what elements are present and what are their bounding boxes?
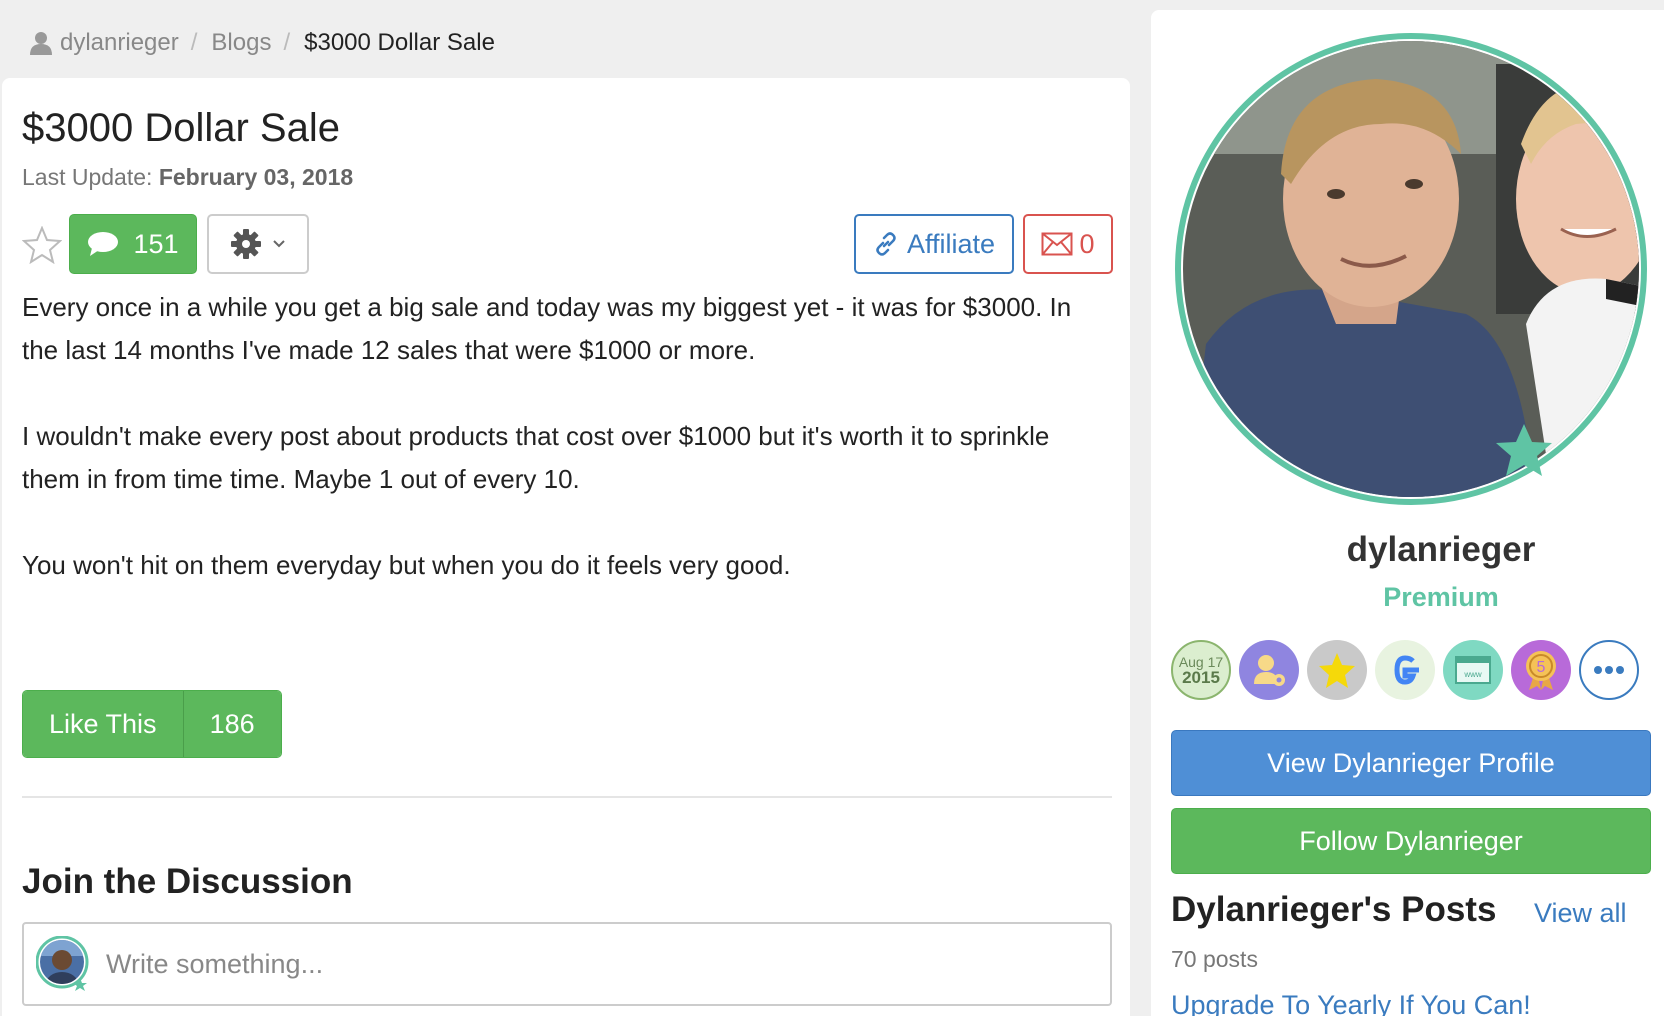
messages-count: 0 — [1079, 228, 1095, 259]
profile-photo[interactable] — [1166, 24, 1656, 514]
last-update: Last Update: February 03, 2018 — [22, 164, 353, 191]
join-date-year: 2015 — [1182, 667, 1220, 687]
post-actions: 151 Affiliate 0 — [22, 214, 1113, 274]
more-badges-icon[interactable] — [1579, 640, 1639, 700]
user-avatar — [36, 936, 89, 991]
chevron-down-icon — [273, 240, 285, 248]
last-update-date: February 03, 2018 — [158, 164, 354, 190]
breadcrumb: dylanrieger / Blogs / $3000 Dollar Sale — [30, 28, 495, 58]
affiliate-label: Affiliate — [906, 228, 996, 259]
post-title: $3000 Dollar Sale — [22, 106, 340, 150]
breadcrumb-blogs-link[interactable]: Blogs — [211, 29, 271, 57]
posts-count: 70 posts — [1171, 946, 1258, 972]
user-settings-badge-icon[interactable] — [1239, 640, 1299, 700]
post-link[interactable]: Upgrade To Yearly If You Can! — [1171, 990, 1531, 1016]
post-paragraph: I wouldn't make every post about product… — [22, 421, 1050, 494]
breadcrumb-separator: / — [283, 29, 291, 56]
link-icon — [876, 232, 896, 256]
like-label: Like This — [23, 691, 184, 757]
favorite-star-icon[interactable] — [22, 226, 62, 264]
join-date-badge[interactable]: Aug 17 2015 — [1171, 640, 1231, 700]
view-profile-button[interactable]: View Dylanrieger Profile — [1171, 730, 1651, 796]
post-body: Every once in a while you get a big sale… — [22, 286, 1102, 630]
gear-icon — [231, 229, 261, 259]
profile-username[interactable]: dylanrieger — [1236, 530, 1646, 570]
comment-bubble-icon — [88, 232, 119, 256]
profile-sidebar: dylanrieger Premium Aug 17 2015 www 5 Vi… — [1151, 10, 1664, 1016]
svg-text:www: www — [1463, 670, 1482, 679]
google-badge-icon[interactable] — [1375, 640, 1435, 700]
post-paragraph: You won't hit on them everyday but when … — [22, 550, 791, 580]
discussion-title: Join the Discussion — [22, 862, 353, 901]
comments-count: 151 — [133, 228, 179, 259]
envelope-icon — [1041, 232, 1073, 256]
user-posts-title: Dylanrieger's Posts — [1171, 890, 1497, 929]
membership-level: Premium — [1383, 582, 1499, 612]
badges: Aug 17 2015 www 5 — [1171, 640, 1639, 700]
like-button[interactable]: Like This 186 — [22, 690, 282, 758]
like-count: 186 — [183, 691, 281, 757]
post-card: $3000 Dollar Sale Last Update: February … — [2, 78, 1130, 1016]
messages-button[interactable]: 0 — [1023, 214, 1113, 274]
breadcrumb-separator: / — [190, 29, 198, 56]
breadcrumb-current: $3000 Dollar Sale — [304, 29, 495, 56]
comment-box — [22, 922, 1112, 1006]
post-paragraph: Every once in a while you get a big sale… — [22, 292, 1072, 365]
breadcrumb-user-link[interactable]: dylanrieger — [60, 29, 179, 57]
last-update-label: Last Update: — [22, 164, 153, 190]
follow-button[interactable]: Follow Dylanrieger — [1171, 808, 1651, 874]
star-badge-icon[interactable] — [1307, 640, 1367, 700]
view-all-link[interactable]: View all — [1534, 898, 1627, 929]
user-icon — [30, 32, 52, 55]
affiliate-button[interactable]: Affiliate — [854, 214, 1014, 274]
divider — [22, 796, 1112, 798]
settings-dropdown-button[interactable] — [207, 214, 309, 274]
website-badge-icon[interactable]: www — [1443, 640, 1503, 700]
svg-text:5: 5 — [1537, 659, 1546, 676]
join-date-month: Aug 17 — [1178, 653, 1224, 670]
comment-input[interactable] — [106, 948, 1066, 980]
comments-button[interactable]: 151 — [69, 214, 197, 274]
five-year-badge-icon[interactable]: 5 — [1511, 640, 1571, 700]
